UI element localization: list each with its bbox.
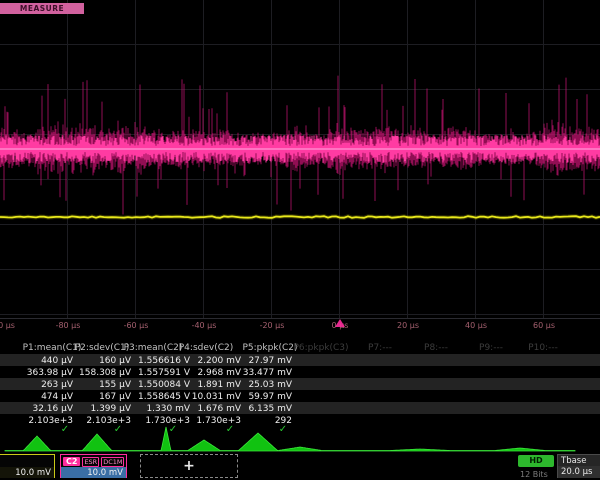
measurement-value: 1.556616 V [138,356,190,366]
measurement-value: 1.558645 V [138,392,190,402]
measurement-value: 167 μV [99,392,131,402]
table-row-stripe [0,378,600,390]
measurement-value: 25.03 mV [248,380,292,390]
measurement-value: 6.135 mV [248,404,292,414]
measurement-value: 1.550084 V [138,380,190,390]
status-check-icon: ✓ [169,424,177,435]
measurement-value: 474 μV [41,392,73,402]
time-axis-label: -40 μs [192,321,217,330]
hd-mode-badge: HD [518,455,554,467]
status-check-icon: ✓ [226,424,234,435]
timebase-label: Tbase [558,455,600,466]
add-trace-button[interactable]: + [140,454,238,478]
measurement-value: 1.557591 V [138,368,190,378]
time-axis: -100 μs-80 μs-60 μs-40 μs-20 μs0 μs20 μs… [0,319,600,336]
measurement-value: 158.308 μV [79,368,131,378]
channel-c2-coupling-badge: DC1M [101,457,124,467]
timebase-value: 20.0 μs [558,466,600,478]
measurement-value: 27.97 mV [248,356,292,366]
time-axis-label: -100 μs [0,321,15,330]
measurement-value: 33.477 mV [243,368,292,378]
param-column-header-unused[interactable]: P9:--- [479,343,503,353]
measurement-value: 32.16 μV [32,404,73,414]
channel-c2-scale: 10.0 mV [61,467,126,478]
param-column-header[interactable]: P2:sdev(C1) [75,343,129,353]
channel-c1-scale: 10.0 mV [0,467,54,478]
param-column-header[interactable]: P1:mean(C1) [23,343,82,353]
trigger-position-marker[interactable] [335,319,345,327]
time-axis-label: 40 μs [465,321,487,330]
time-axis-label: -80 μs [56,321,81,330]
status-check-icon: ✓ [279,424,287,435]
status-check-icon: ✓ [61,424,69,435]
measurement-value: 160 μV [99,356,131,366]
measurement-value: 1.730e+3 [145,416,190,426]
bit-depth-label: 12 Bits [520,470,548,479]
measurement-value: 1.399 μV [90,404,131,414]
measurement-value: 2.968 mV [197,368,241,378]
measurement-table: P1:mean(C1)P2:sdev(C1)P3:mean(C2)P4:sdev… [0,340,600,436]
param-column-header-unused[interactable]: P6:pkpk(C3) [293,343,348,353]
measurement-value: 59.97 mV [248,392,292,402]
time-axis-label: 20 μs [397,321,419,330]
timebase-descriptor[interactable]: Tbase 20.0 μs [557,454,600,478]
measurement-value: 1.676 mV [197,404,241,414]
measurement-value: 1.891 mV [197,380,241,390]
c1-flat-trace [0,216,600,218]
measurement-value: 440 μV [41,356,73,366]
param-column-header[interactable]: P3:mean(C2) [124,343,183,353]
measurement-value: 10.031 mV [192,392,241,402]
param-column-header-unused[interactable]: P10:--- [528,343,558,353]
time-axis-label: 60 μs [533,321,555,330]
channel-c2-label: C2 [63,457,80,466]
channel-c2-descriptor[interactable]: C2 ESR DC1M 10.0 mV [60,454,127,478]
measurement-value: 2.103e+3 [86,416,131,426]
measurement-value: 263 μV [41,380,73,390]
measurement-value: 1.330 mV [146,404,190,414]
table-row-stripe [0,354,600,366]
param-column-header[interactable]: P4:sdev(C2) [179,343,233,353]
param-column-header[interactable]: P5:pkpk(C2) [242,343,297,353]
time-axis-label: -60 μs [124,321,149,330]
bottom-bar: C1 DC1M 10.0 mV C2 ESR DC1M 10.0 mV + HD… [0,453,600,480]
measurement-value: 2.200 mV [197,356,241,366]
channel-c1-descriptor[interactable]: C1 DC1M 10.0 mV [0,454,55,478]
measure-badge: MEASURE [0,3,84,14]
param-column-header-unused[interactable]: P7:--- [368,343,392,353]
channel-c2-esr-badge: ESR [82,457,99,467]
status-check-icon: ✓ [114,424,122,435]
oscilloscope-screen: MEASURE -100 μs-80 μs-60 μs-40 μs-20 μs0… [0,0,600,480]
measurement-value: 155 μV [99,380,131,390]
measurement-value: 1.730e+3 [196,416,241,426]
param-column-header-unused[interactable]: P8:--- [424,343,448,353]
time-axis-label: -20 μs [260,321,285,330]
measurement-value: 363.98 μV [27,368,73,378]
